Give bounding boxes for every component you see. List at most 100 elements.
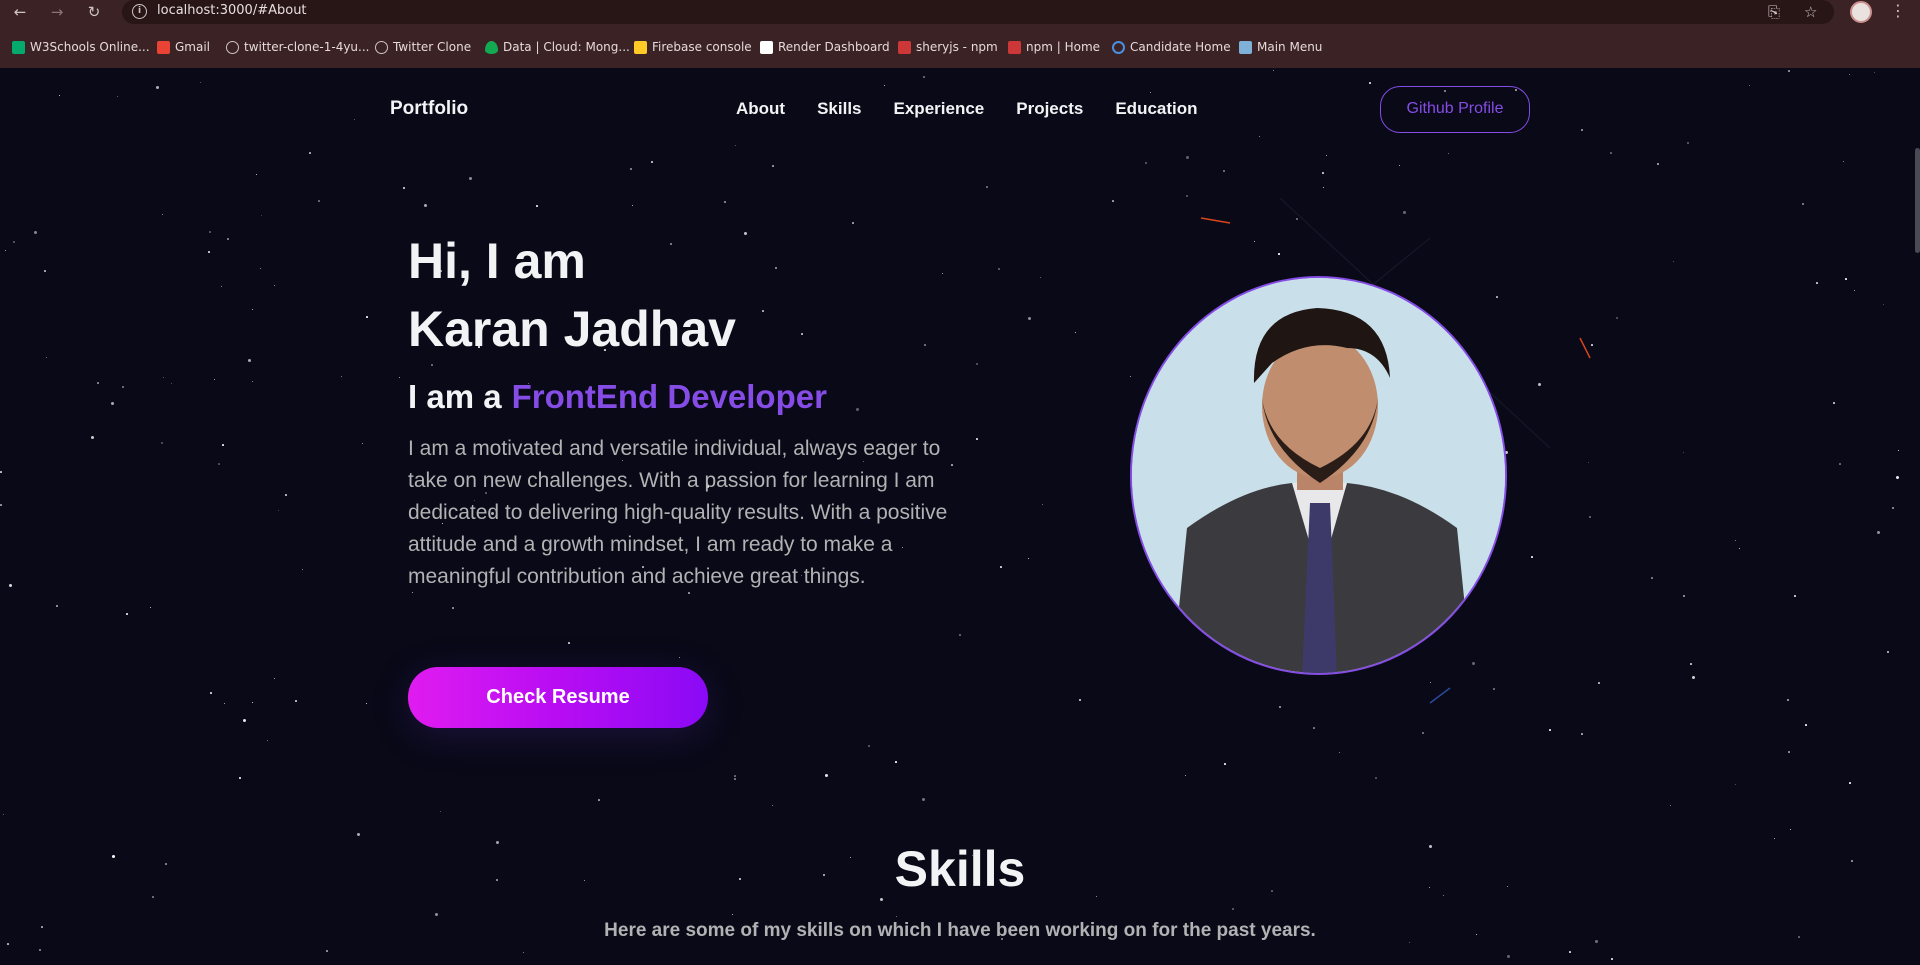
star-dot [772, 805, 773, 806]
forward-arrow-icon[interactable]: → [47, 2, 67, 22]
hero-role: I am a FrontEnd Developer [408, 378, 827, 416]
role-typed: FrontEnd Developer [511, 378, 827, 415]
url-text[interactable]: localhost:3000/#About [157, 3, 307, 18]
star-dot [452, 607, 454, 609]
star-dot [243, 719, 246, 722]
menu-app-icon [1239, 40, 1252, 54]
bookmark-firebase[interactable]: Firebase console [634, 36, 752, 58]
star-dot [39, 949, 41, 951]
profile-portrait-image [1132, 278, 1505, 673]
npm-icon [1008, 40, 1021, 54]
star-dot [34, 231, 37, 234]
bookmark-candidate-home[interactable]: Candidate Home [1112, 36, 1231, 58]
hero-greeting: Hi, I am [408, 233, 586, 289]
bookmark-main-menu[interactable]: Main Menu [1239, 36, 1322, 58]
star-dot [536, 205, 538, 207]
install-app-icon[interactable]: ⎘ [1768, 3, 1780, 21]
star-dot [1816, 282, 1818, 284]
star-dot [469, 177, 472, 180]
star-dot [218, 463, 220, 465]
reload-icon[interactable]: ↻ [84, 2, 104, 22]
nav-link-education[interactable]: Education [1115, 99, 1197, 119]
nav-links: About Skills Experience Projects Educati… [736, 99, 1230, 119]
page-scrollbar[interactable] [1915, 148, 1920, 253]
brand-logo[interactable]: Portfolio [390, 98, 468, 120]
profile-avatar[interactable] [1850, 1, 1872, 23]
hero-name: Karan Jadhav [408, 301, 736, 357]
star-dot [523, 952, 524, 953]
back-arrow-icon[interactable]: ← [10, 2, 30, 22]
star-dot [1028, 317, 1031, 320]
globe-icon [375, 40, 388, 54]
address-bar[interactable]: i localhost:3000/#About ⎘ ☆ [122, 0, 1834, 24]
github-profile-button[interactable]: Github Profile [1380, 86, 1530, 133]
nav-link-about[interactable]: About [736, 99, 785, 119]
star-dot [1739, 548, 1740, 549]
star-dot [46, 357, 47, 358]
star-dot [679, 657, 680, 658]
star-dot [122, 386, 124, 388]
star-dot [632, 205, 633, 206]
star-dot [1839, 463, 1841, 465]
star-dot [895, 761, 897, 763]
bookmark-w3schools[interactable]: W3Schools Online... [12, 36, 150, 58]
star-dot [267, 740, 268, 741]
star-dot [278, 510, 279, 511]
bookmark-label: npm | Home [1026, 40, 1101, 54]
star-dot [1877, 531, 1880, 534]
star-dot [1692, 676, 1695, 679]
bookmark-sheryjs[interactable]: sheryjs - npm [898, 36, 998, 58]
nav-link-skills[interactable]: Skills [817, 99, 861, 119]
bookmark-render[interactable]: Render Dashboard [760, 36, 890, 58]
firebase-icon [634, 40, 647, 54]
headset-icon [1112, 40, 1125, 54]
bookmark-gmail[interactable]: Gmail [157, 36, 210, 58]
star-dot [440, 811, 441, 812]
star-dot [357, 833, 360, 836]
star-dot [302, 569, 303, 570]
nav-link-projects[interactable]: Projects [1016, 99, 1083, 119]
star-dot [1898, 450, 1899, 451]
star-dot [1690, 663, 1692, 665]
star-dot [1896, 476, 1899, 479]
site-info-icon[interactable]: i [132, 4, 147, 19]
star-dot [734, 778, 736, 780]
browser-menu-icon[interactable]: ⋮ [1888, 0, 1908, 24]
star-dot [341, 376, 342, 377]
star-dot [1833, 402, 1835, 404]
star-dot [1145, 162, 1147, 164]
star-dot [326, 950, 328, 952]
star-dot [775, 267, 777, 269]
star-dot [1651, 577, 1653, 579]
star-dot [1683, 452, 1684, 453]
star-dot [239, 777, 241, 779]
bookmark-label: Gmail [175, 40, 211, 54]
check-resume-button[interactable]: Check Resume [408, 667, 708, 728]
star-dot [1657, 163, 1659, 165]
star-dot [274, 678, 275, 679]
star-dot [1843, 161, 1844, 162]
bookmark-twitter-clone-1[interactable]: twitter-clone-1-4yu... [226, 36, 369, 58]
star-dot [1787, 699, 1789, 701]
star-dot [986, 186, 988, 188]
star-dot [1186, 195, 1188, 197]
star-dot [772, 165, 774, 167]
nav-link-experience[interactable]: Experience [894, 99, 985, 119]
star-dot [227, 238, 229, 240]
bookmark-star-icon[interactable]: ☆ [1804, 3, 1817, 21]
star-dot [852, 222, 854, 224]
npm-icon [898, 40, 911, 54]
star-dot [1670, 805, 1671, 806]
bookmark-twitter-clone[interactable]: Twitter Clone [375, 36, 471, 58]
bookmark-label: twitter-clone-1-4yu... [244, 40, 370, 54]
bookmark-label: sheryjs - npm [916, 40, 998, 54]
star-dot [1075, 332, 1076, 333]
star-dot [161, 442, 163, 444]
star-dot [1130, 376, 1131, 377]
star-dot [5, 250, 6, 251]
bookmark-mongodb[interactable]: Data | Cloud: Mong... [485, 36, 630, 58]
star-dot [856, 408, 859, 411]
bookmark-npm-home[interactable]: npm | Home [1008, 36, 1100, 58]
bookmark-label: Candidate Home [1130, 40, 1231, 54]
star-dot [252, 702, 253, 703]
